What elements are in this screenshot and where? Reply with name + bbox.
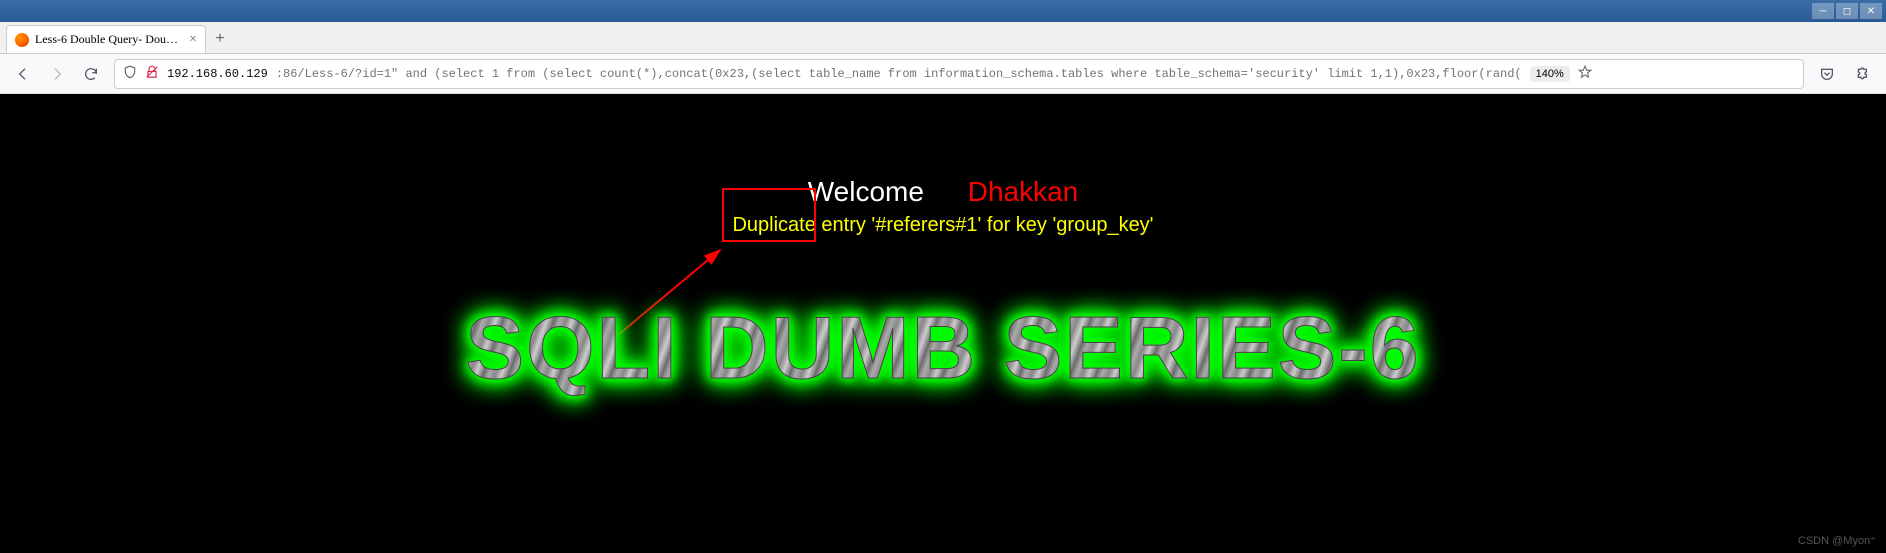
url-bar[interactable]: 192.168.60.129 :86/Less-6/?id=1" and (se… [114,59,1804,89]
back-button[interactable] [12,63,34,85]
page-content: Welcome Dhakkan Duplicate entry '#refere… [0,94,1886,553]
extensions-button[interactable] [1852,63,1874,85]
lock-insecure-icon [145,65,159,83]
window-close-button[interactable]: ✕ [1860,3,1882,19]
zoom-indicator[interactable]: 140% [1530,66,1570,82]
tab-title: Less-6 Double Query- Double Quo [35,32,183,47]
firefox-favicon-icon [15,33,29,47]
watermark-text: CSDN @Myon⁺ [1798,534,1876,547]
window-maximize-button[interactable]: ◻ [1836,3,1858,19]
shield-icon [123,65,137,83]
window-titlebar: ─ ◻ ✕ [0,0,1886,22]
url-path: :86/Less-6/?id=1" and (select 1 from (se… [276,67,1522,81]
forward-button[interactable] [46,63,68,85]
arrow-left-icon [15,66,31,82]
banner-title: SQLI DUMB SERIES-6 [0,297,1886,399]
dhakkan-text: Dhakkan [968,176,1079,207]
bookmark-star-icon[interactable] [1578,65,1592,83]
pocket-icon [1819,66,1835,82]
tab-bar: Less-6 Double Query- Double Quo × + [0,22,1886,54]
browser-tab[interactable]: Less-6 Double Query- Double Quo × [6,25,206,53]
tab-close-icon[interactable]: × [189,32,197,48]
reload-button[interactable] [80,63,102,85]
sql-error-text: Duplicate entry '#referers#1' for key 'g… [0,214,1886,237]
nav-bar: 192.168.60.129 :86/Less-6/?id=1" and (se… [0,54,1886,94]
welcome-line: Welcome Dhakkan [0,94,1886,208]
url-host: 192.168.60.129 [167,67,268,81]
welcome-text: Welcome [808,176,924,207]
arrow-right-icon [49,66,65,82]
puzzle-icon [1855,66,1871,82]
save-pocket-button[interactable] [1816,63,1838,85]
reload-icon [83,66,99,82]
window-minimize-button[interactable]: ─ [1812,3,1834,19]
new-tab-button[interactable]: + [206,25,234,53]
